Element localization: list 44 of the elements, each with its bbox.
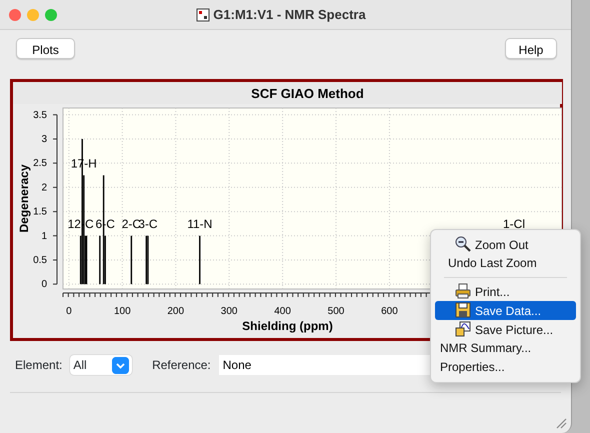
x-tick-label: 100 xyxy=(114,306,131,317)
y-tick-label: 2 xyxy=(41,182,47,194)
minimize-button[interactable] xyxy=(27,8,39,20)
x-tick-label: 400 xyxy=(274,306,291,317)
peak-label: 1-Cl xyxy=(503,216,525,231)
element-label: Element: xyxy=(15,357,62,374)
zoom-out-icon xyxy=(455,236,471,252)
plots-button[interactable]: Plots xyxy=(16,38,75,59)
element-select[interactable]: All xyxy=(70,355,132,375)
y-tick-label: 2.5 xyxy=(33,158,47,170)
menu-item[interactable]: Print... xyxy=(435,282,576,301)
x-tick-label: 0 xyxy=(66,306,72,317)
window-title: G1:M1:V1 - NMR Spectra xyxy=(213,6,366,24)
close-button[interactable] xyxy=(9,8,21,20)
menu-item[interactable]: NMR Summary... xyxy=(435,339,576,358)
printer-icon xyxy=(455,283,471,299)
menu-item[interactable]: Save Data... xyxy=(435,301,576,320)
menu-item[interactable]: Save Picture... xyxy=(435,320,576,339)
x-tick-label: 200 xyxy=(167,306,184,317)
document-icon xyxy=(196,8,210,22)
peak-line xyxy=(99,236,101,284)
chart-title: SCF GIAO Method xyxy=(251,86,364,101)
x-tick-label: 300 xyxy=(220,306,238,317)
help-button[interactable]: Help xyxy=(505,38,557,59)
y-tick-label: 0.5 xyxy=(33,254,47,266)
resize-grip-icon[interactable] xyxy=(555,417,567,429)
x-tick-label: 500 xyxy=(328,306,344,317)
y-tick-label: 0 xyxy=(41,279,47,290)
y-tick-label: 1 xyxy=(41,230,47,242)
save-picture-icon xyxy=(455,321,471,337)
x-tick-label: 600 xyxy=(381,306,398,317)
x-axis-label: Shielding (ppm) xyxy=(242,319,333,333)
y-tick-label: 3 xyxy=(41,134,47,145)
menu-item[interactable]: Undo Last Zoom xyxy=(435,254,576,273)
peak-line xyxy=(130,236,132,284)
zoom-button[interactable] xyxy=(45,8,57,20)
y-tick-label: 1.5 xyxy=(33,206,47,218)
peak-line xyxy=(199,236,200,284)
y-axis-label: Degeneracy xyxy=(17,164,31,233)
chevron-icon xyxy=(112,356,130,374)
peak-label: 11-N xyxy=(187,216,212,231)
menu-item[interactable]: Zoom Out xyxy=(435,235,576,254)
reference-label: Reference: xyxy=(152,357,211,374)
y-tick-label: 3.5 xyxy=(33,110,47,121)
